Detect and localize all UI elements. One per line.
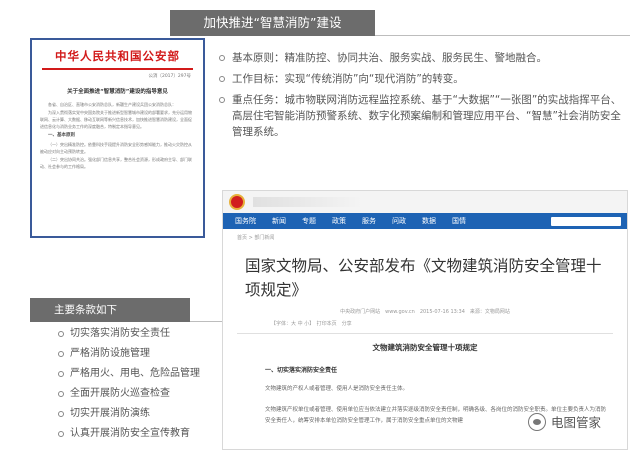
watermark: 电图管家 bbox=[528, 412, 601, 431]
list-item-text: 工作目标：实现“传统消防”向“现代消防”的转变。 bbox=[232, 73, 464, 85]
list-item-text: 严格消防设施管理 bbox=[70, 348, 150, 359]
nav-item-data[interactable]: 数据 bbox=[422, 216, 436, 226]
bullet-circle-icon bbox=[58, 331, 64, 337]
breadcrumb: 首页 > 部门新闻 bbox=[237, 235, 275, 241]
article-meta: 中央政府门户网站 www.gov.cn 2015-07-16 13:34 来源：… bbox=[340, 309, 510, 315]
nav-item-inquiry[interactable]: 问政 bbox=[392, 216, 406, 226]
nav-item-national-info[interactable]: 国情 bbox=[452, 216, 466, 226]
bullet-circle-icon bbox=[219, 55, 225, 61]
document-body: 各省、自治区、直辖市公安消防总队，新疆生产建设兵团公安消防总队： 为深入贯彻落实… bbox=[40, 101, 195, 170]
list-item: 基本原则：精准防控、协同共治、服务实战、服务民生、警地融合。 bbox=[218, 50, 626, 66]
document-subheading: 一、基本原则 bbox=[48, 133, 75, 138]
document-paragraph: （二）突出协同共治。强化部门信息共享，整合社会资源，形成政府主导、部门联动、社会… bbox=[40, 157, 192, 169]
bullet-circle-icon bbox=[58, 411, 64, 417]
document-title: 关于全面推进“智慧消防”建设的指导意见 bbox=[67, 89, 168, 95]
list-item: 严格用火、用电、危险品管理 bbox=[58, 364, 228, 384]
bullet-circle-icon bbox=[58, 391, 64, 397]
document-paragraph: 各省、自治区、直辖市公安消防总队，新疆生产建设兵团公安消防总队： bbox=[48, 102, 176, 107]
list-item-text: 切实落实消防安全责任 bbox=[70, 328, 170, 339]
website-screenshot: 国务院 新闻 专题 政策 服务 问政 数据 国情 首页 > 部门新闻 国家文物局… bbox=[222, 190, 628, 450]
document-paragraph: （一）突出精准防控。依靠科技手段提升消防安全形势感知能力，推动火灾防控从被动应对… bbox=[40, 142, 192, 154]
list-item-text: 基本原则：精准防控、协同共治、服务实战、服务民生、警地融合。 bbox=[232, 52, 547, 64]
list-item: 全面开展防火巡查检查 bbox=[58, 384, 228, 404]
top-section-divider bbox=[375, 35, 630, 36]
nav-item-topics[interactable]: 专题 bbox=[302, 216, 316, 226]
nav-item-services[interactable]: 服务 bbox=[362, 216, 376, 226]
list-item: 严格消防设施管理 bbox=[58, 344, 228, 364]
document-thumbnail: 中华人民共和国公安部 公消〔2017〕297号 关于全面推进“智慧消防”建设的指… bbox=[30, 38, 205, 238]
article-title: 国家文物局、公安部发布《文物建筑消防安全管理十项规定》 bbox=[245, 257, 602, 299]
document-paragraph: 为深入贯彻落实党中央国务院关于推进新型智慧城市建设的部署要求，充分运用物联网、云… bbox=[40, 110, 192, 129]
clauses-section-divider bbox=[190, 321, 222, 322]
list-item: 切实开展消防演练 bbox=[58, 404, 228, 424]
top-section-header: 加快推进“智慧消防”建设 bbox=[170, 10, 375, 36]
article-tools[interactable]: 【字体：大 中 小】 打印本页 分享 bbox=[223, 320, 627, 327]
document-red-line bbox=[42, 68, 193, 70]
regulation-section: 一、切实落实消防安全责任 bbox=[265, 367, 338, 374]
clauses-list: 切实落实消防安全责任 严格消防设施管理 严格用火、用电、危险品管理 全面开展防火… bbox=[58, 324, 228, 444]
bullet-circle-icon bbox=[219, 76, 225, 82]
bullet-circle-icon bbox=[58, 431, 64, 437]
list-item-text: 切实开展消防演练 bbox=[70, 408, 150, 419]
list-item-text: 认真开展消防安全宣传教育 bbox=[70, 428, 190, 439]
list-item-text: 全面开展防火巡查检查 bbox=[70, 388, 170, 399]
list-item: 认真开展消防安全宣传教育 bbox=[58, 424, 228, 444]
list-item-text: 重点任务：城市物联网消防远程监控系统、基于“大数据”“一张图”的实战指挥平台、高… bbox=[232, 94, 622, 138]
clauses-section-header: 主要条款如下 bbox=[30, 298, 190, 322]
regulation-title: 文物建筑消防安全管理十项规定 bbox=[372, 343, 478, 352]
document-number: 公消〔2017〕297号 bbox=[148, 74, 191, 79]
article-divider bbox=[237, 333, 613, 334]
website-nav: 国务院 新闻 专题 政策 服务 问政 数据 国情 bbox=[223, 213, 627, 229]
list-item: 重点任务：城市物联网消防远程监控系统、基于“大数据”“一张图”的实战指挥平台、高… bbox=[218, 92, 626, 140]
national-emblem-icon bbox=[229, 194, 245, 210]
website-banner bbox=[253, 197, 363, 207]
list-item: 工作目标：实现“传统消防”向“现代消防”的转变。 bbox=[218, 71, 626, 87]
bullet-circle-icon bbox=[219, 97, 225, 103]
nav-item-news[interactable]: 新闻 bbox=[272, 216, 286, 226]
nav-item-state-council[interactable]: 国务院 bbox=[235, 216, 256, 226]
wechat-icon bbox=[528, 412, 546, 431]
search-input[interactable] bbox=[551, 216, 621, 226]
bullet-circle-icon bbox=[58, 351, 64, 357]
document-header: 中华人民共和国公安部 bbox=[55, 49, 180, 63]
principles-list: 基本原则：精准防控、协同共治、服务实战、服务民生、警地融合。 工作目标：实现“传… bbox=[218, 50, 626, 145]
watermark-text: 电图管家 bbox=[551, 415, 602, 430]
nav-item-policy[interactable]: 政策 bbox=[332, 216, 346, 226]
bullet-circle-icon bbox=[58, 371, 64, 377]
regulation-paragraph: 文物建筑的产权人或者管理、使用人是消防安全责任主体。 bbox=[265, 386, 409, 392]
list-item-text: 严格用火、用电、危险品管理 bbox=[70, 368, 200, 379]
list-item: 切实落实消防安全责任 bbox=[58, 324, 228, 344]
website-header bbox=[223, 191, 627, 213]
